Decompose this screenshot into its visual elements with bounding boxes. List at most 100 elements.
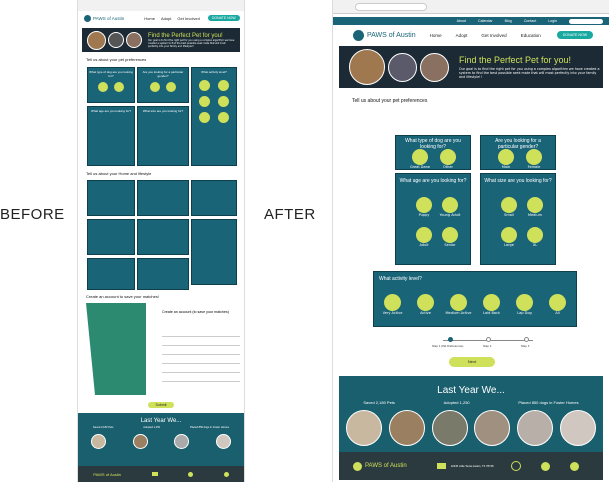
nav-adopt[interactable]: Adopt [161, 16, 171, 21]
type-option-great-dane[interactable] [98, 82, 108, 92]
size-option-3[interactable]: XL [522, 227, 548, 247]
age-option-0[interactable]: Puppy [411, 197, 437, 217]
topnav-calendar[interactable]: Calendar [478, 19, 493, 23]
form-field-3[interactable] [162, 350, 240, 355]
card-age: What age are you looking for? [395, 173, 471, 265]
nav-get-involved[interactable]: Get Involved [177, 16, 199, 21]
instagram-icon[interactable] [188, 471, 194, 477]
footer-pet-photo-1 [91, 434, 107, 449]
type-option-other[interactable] [114, 82, 124, 92]
size-option-1[interactable]: Medium [522, 197, 548, 217]
facebook-icon[interactable] [223, 471, 229, 477]
type-option-icon [412, 149, 428, 165]
gender-option-0[interactable]: Male [493, 149, 519, 169]
activity-option-5[interactable]: All [544, 294, 571, 315]
paw-logo-icon[interactable] [84, 14, 91, 22]
size-option-icon [527, 197, 543, 213]
progress-step-1[interactable] [448, 337, 453, 342]
lifestyle-card-2 [137, 180, 189, 216]
age-option-2[interactable]: Adult [411, 227, 437, 247]
nav-home[interactable]: Home [144, 16, 155, 21]
facebook-icon[interactable] [541, 461, 551, 471]
section-title-account: Create an account to save your matches! [86, 294, 159, 299]
topnav-login[interactable]: Login [548, 19, 557, 23]
activity-option-0[interactable]: Very Active [379, 294, 406, 315]
activity-option-icon [384, 294, 401, 311]
progress-step-label: Step 1 (Pet Preferences) [432, 345, 464, 348]
site-logo-text[interactable]: PAWS of Austin [367, 32, 416, 39]
age-option-3[interactable]: Senior [437, 227, 463, 247]
card-activity: What activity level? [191, 67, 237, 166]
account-collage [86, 303, 146, 395]
stat-saved: Saved 2,180 Pets [363, 400, 395, 405]
before-screenshot: PAWS of Austin Home Adopt Get Involved D… [78, 0, 244, 482]
nav-home[interactable]: Home [430, 33, 442, 38]
size-option-0[interactable]: Small [496, 197, 522, 217]
stat-foster: Placed 850 dogs in Foster Homes [189, 426, 230, 429]
size-option-icon [527, 227, 543, 243]
progress-step-2-label: Step 2 [483, 345, 492, 348]
gender-option-male[interactable] [150, 82, 160, 92]
form-field-5[interactable] [162, 368, 240, 373]
submit-button[interactable]: Submit [148, 402, 174, 408]
topnav-about[interactable]: About [457, 19, 466, 23]
mail-icon[interactable] [436, 463, 446, 469]
type-option-0[interactable]: Great Dane [407, 149, 433, 169]
mail-icon[interactable] [151, 472, 158, 476]
activity-option-1[interactable] [198, 80, 210, 91]
activity-option-label: Very Active [382, 311, 403, 315]
size-option-2[interactable]: Large [496, 227, 522, 247]
donate-button[interactable]: DONATE NOW [556, 31, 594, 39]
progress-step-2[interactable] [486, 337, 491, 342]
progress-step-3[interactable] [524, 337, 529, 342]
pet-icon[interactable] [570, 461, 580, 471]
search-input[interactable] [569, 18, 603, 24]
footer-logo[interactable]: PAWS of Austin [93, 472, 121, 477]
lifestyle-card-8 [137, 258, 189, 290]
form-field-1[interactable] [162, 332, 240, 337]
form-field-2[interactable] [162, 341, 240, 346]
nav-adopt[interactable]: Adopt [456, 33, 468, 38]
footer-logo[interactable]: PAWS of Austin [365, 463, 407, 469]
type-option-1[interactable]: Other [435, 149, 461, 169]
type-option-icon [440, 149, 456, 165]
card-age: What age are you looking for? [87, 106, 135, 166]
card-age-question: What age are you looking for? [90, 109, 132, 113]
site-logo-text[interactable]: PAWS of Austin [93, 16, 124, 21]
gender-option-1[interactable]: Female [521, 149, 547, 169]
activity-option-2[interactable] [217, 80, 229, 91]
footer-pet-photo-3 [431, 410, 468, 446]
footer-bottom: PAWS of Austin [78, 466, 244, 482]
stat-foster: Placed 850 dogs in Foster Homes [518, 400, 579, 405]
stat-adopted: Adopted 1,250 [443, 400, 470, 405]
activity-option-1[interactable]: Active [412, 294, 439, 315]
footer-pet-photo-2 [132, 434, 148, 449]
age-option-1[interactable]: Young Adult [437, 197, 463, 217]
age-option-icon [416, 197, 432, 213]
activity-option-label: All [555, 311, 560, 315]
paw-logo-icon[interactable] [353, 29, 364, 41]
activity-option-icon [417, 294, 434, 311]
activity-option-3[interactable] [198, 96, 210, 107]
paw-logo-footer-icon[interactable] [353, 461, 362, 471]
hero-banner: Find the Perfect Pet for you! Our goal i… [82, 28, 240, 52]
activity-option-6[interactable] [217, 112, 229, 123]
activity-option-2[interactable]: Medium Active [445, 294, 472, 315]
url-bar[interactable] [355, 3, 427, 11]
topnav-blog[interactable]: Blog [505, 19, 512, 23]
gender-option-female[interactable] [166, 82, 176, 92]
activity-option-4[interactable]: Lap Dog [511, 294, 538, 315]
activity-option-4[interactable] [217, 96, 229, 107]
next-button[interactable]: Next [449, 357, 495, 367]
nav-education[interactable]: Education [521, 33, 541, 38]
topnav-contact[interactable]: Contact [524, 19, 536, 23]
activity-option-5[interactable] [198, 112, 210, 123]
form-field-4[interactable] [162, 359, 240, 364]
form-field-6[interactable] [162, 377, 240, 382]
instagram-icon[interactable] [511, 461, 522, 471]
donate-button[interactable]: DONATE NOW [207, 15, 240, 21]
hero-banner: Find the Perfect Pet for you! Our goal i… [339, 46, 603, 88]
nav-get-involved[interactable]: Get Involved [481, 33, 506, 38]
activity-option-3[interactable]: Laid Back [478, 294, 505, 315]
progress-step-3-label: Step 3 [521, 345, 530, 348]
